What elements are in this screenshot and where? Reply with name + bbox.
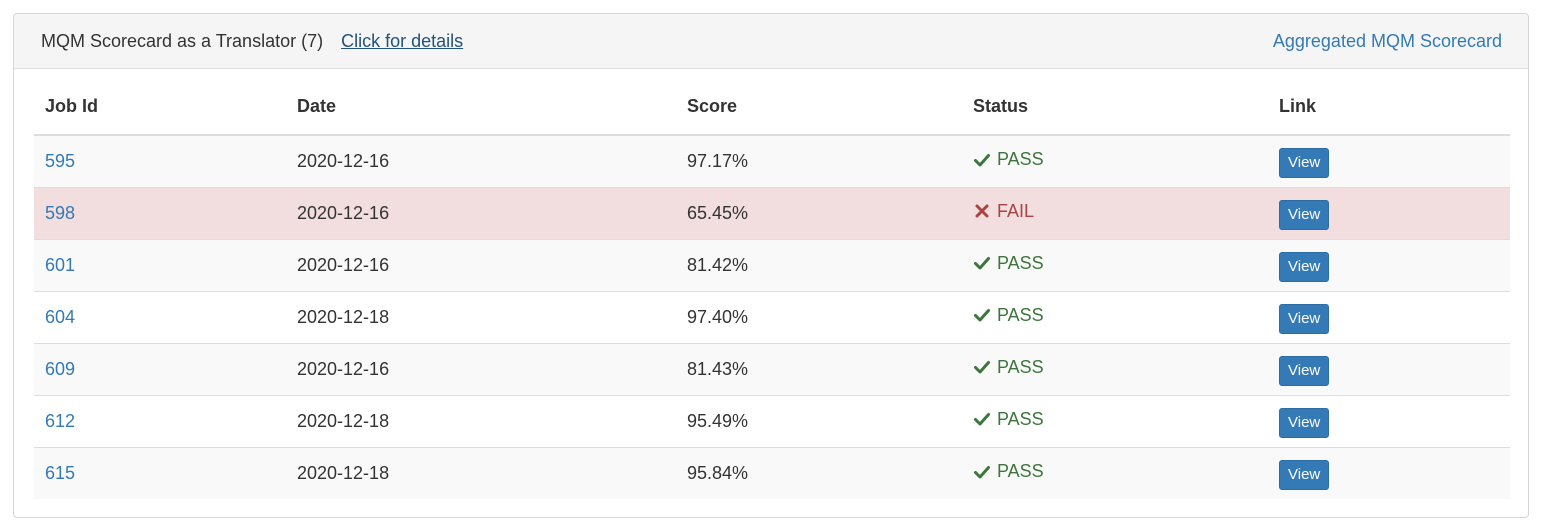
column-header-date: Date [286, 69, 676, 136]
status-badge: PASS [973, 357, 1044, 378]
status-cell: PASS [962, 446, 1268, 499]
score-cell: 95.84% [676, 446, 962, 499]
cross-icon [973, 202, 991, 220]
status-cell: PASS [962, 238, 1268, 291]
status-cell: PASS [962, 134, 1268, 187]
status-label: PASS [997, 408, 1044, 429]
score-cell: 81.43% [676, 342, 962, 395]
job-id-link[interactable]: 604 [45, 307, 75, 327]
job-id-link[interactable]: 601 [45, 255, 75, 275]
status-label: PASS [997, 304, 1044, 325]
view-button[interactable]: View [1279, 408, 1330, 438]
status-label: PASS [997, 149, 1044, 169]
job-id-link[interactable]: 598 [45, 203, 75, 223]
column-header-link: Link [1268, 69, 1510, 136]
job-id-cell: 615 [34, 446, 286, 499]
link-cell: View [1268, 446, 1510, 499]
status-label: PASS [997, 252, 1044, 273]
job-id-cell: 612 [34, 394, 286, 447]
mqm-scorecard-panel: MQM Scorecard as a Translator (7) Click … [13, 13, 1529, 518]
status-badge: PASS [973, 149, 1044, 170]
view-button[interactable]: View [1279, 304, 1330, 334]
check-icon [973, 306, 991, 324]
job-id-link[interactable]: 612 [45, 411, 75, 431]
column-header-job-id: Job Id [34, 69, 286, 136]
link-cell: View [1268, 394, 1510, 447]
check-icon [973, 410, 991, 428]
status-badge: PASS [973, 305, 1044, 326]
status-label: PASS [997, 356, 1044, 377]
status-label: PASS [997, 461, 1044, 481]
table-row: 598 2020-12-16 65.45% FAIL View [34, 186, 1510, 239]
score-cell: 95.49% [676, 394, 962, 447]
aggregated-scorecard-link[interactable]: Aggregated MQM Scorecard [1273, 31, 1502, 52]
view-button[interactable]: View [1279, 148, 1330, 179]
status-cell: FAIL [962, 186, 1268, 239]
status-cell: PASS [962, 290, 1268, 343]
table-header-row: Job Id Date Score Status Link [34, 69, 1510, 136]
view-button[interactable]: View [1279, 460, 1330, 491]
view-button[interactable]: View [1279, 200, 1330, 230]
date-cell: 2020-12-18 [286, 290, 676, 343]
job-id-cell: 601 [34, 238, 286, 291]
status-badge: PASS [973, 409, 1044, 430]
scorecard-table: Job Id Date Score Status Link 595 2020-12… [34, 69, 1510, 499]
panel-heading: MQM Scorecard as a Translator (7) Click … [14, 14, 1528, 69]
job-id-link[interactable]: 595 [45, 151, 75, 171]
score-cell: 97.40% [676, 290, 962, 343]
table-row: 604 2020-12-18 97.40% PASS View [34, 290, 1510, 343]
table-row: 595 2020-12-16 97.17% PASS View [34, 134, 1510, 187]
link-cell: View [1268, 134, 1510, 187]
column-header-status: Status [962, 69, 1268, 136]
panel-body: Job Id Date Score Status Link 595 2020-12… [14, 69, 1528, 499]
link-cell: View [1268, 342, 1510, 395]
column-header-score: Score [676, 69, 962, 136]
check-icon [973, 463, 991, 481]
job-id-cell: 598 [34, 186, 286, 239]
check-icon [973, 151, 991, 169]
job-id-cell: 609 [34, 342, 286, 395]
date-cell: 2020-12-16 [286, 134, 676, 187]
status-badge: PASS [973, 461, 1044, 482]
job-id-cell: 595 [34, 134, 286, 187]
job-id-link[interactable]: 609 [45, 359, 75, 379]
status-cell: PASS [962, 394, 1268, 447]
view-button[interactable]: View [1279, 252, 1330, 282]
date-cell: 2020-12-16 [286, 238, 676, 291]
panel-title: MQM Scorecard as a Translator (7) [41, 30, 324, 51]
status-cell: PASS [962, 342, 1268, 395]
score-cell: 81.42% [676, 238, 962, 291]
score-cell: 97.17% [676, 134, 962, 187]
date-cell: 2020-12-16 [286, 186, 676, 239]
status-badge: FAIL [973, 201, 1034, 222]
table-body: 595 2020-12-16 97.17% PASS View 598 2020-12-16… [34, 134, 1510, 499]
link-cell: View [1268, 290, 1510, 343]
job-id-link[interactable]: 615 [45, 463, 75, 483]
check-icon [973, 254, 991, 272]
table-row: 615 2020-12-18 95.84% PASS View [34, 446, 1510, 499]
table-row: 601 2020-12-16 81.42% PASS View [34, 238, 1510, 291]
date-cell: 2020-12-18 [286, 446, 676, 499]
score-cell: 65.45% [676, 186, 962, 239]
view-button[interactable]: View [1279, 356, 1330, 386]
table-row: 612 2020-12-18 95.49% PASS View [34, 394, 1510, 447]
table-row: 609 2020-12-16 81.43% PASS View [34, 342, 1510, 395]
job-id-cell: 604 [34, 290, 286, 343]
status-label: FAIL [997, 200, 1035, 221]
date-cell: 2020-12-16 [286, 342, 676, 395]
link-cell: View [1268, 238, 1510, 291]
link-cell: View [1268, 186, 1510, 239]
date-cell: 2020-12-18 [286, 394, 676, 447]
status-badge: PASS [973, 253, 1044, 274]
check-icon [973, 358, 991, 376]
click-for-details-link[interactable]: Click for details [341, 31, 463, 52]
